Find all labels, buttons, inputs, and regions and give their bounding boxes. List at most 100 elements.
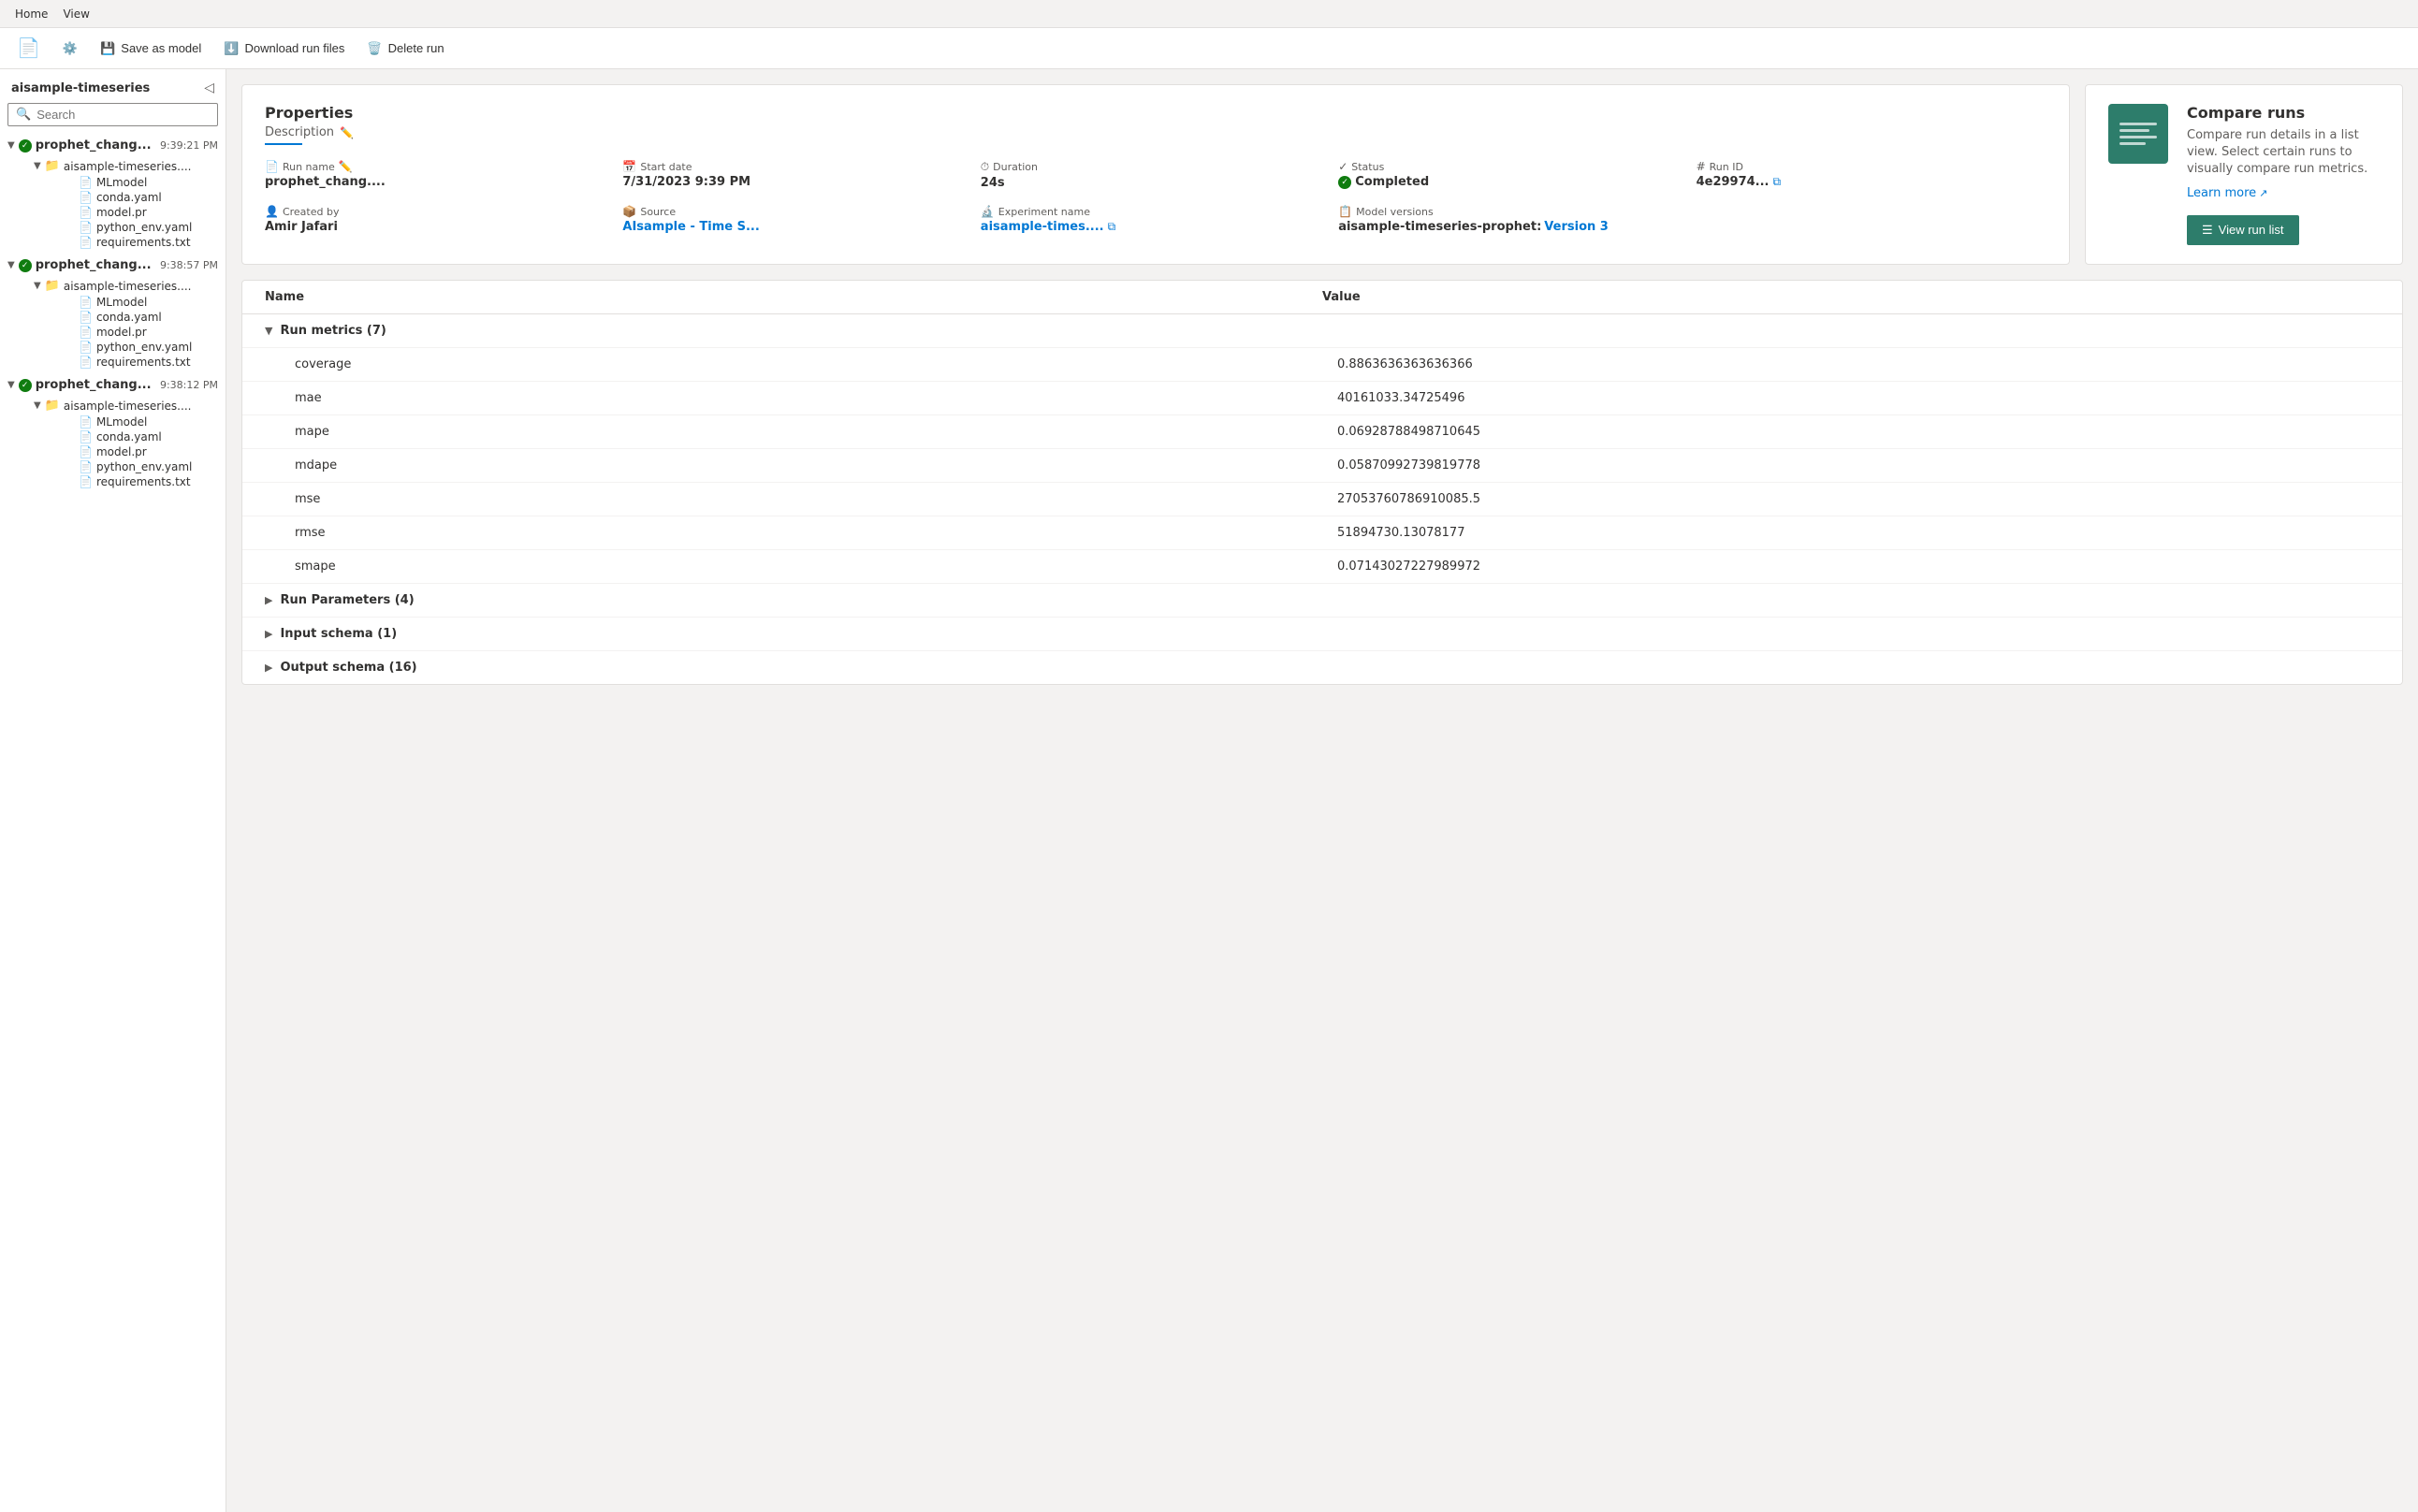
- menu-view[interactable]: View: [55, 7, 96, 21]
- collapse-sidebar-button[interactable]: ◁: [204, 80, 214, 95]
- file-1-1[interactable]: 📄 MLmodel: [30, 175, 218, 190]
- gear-icon: ⚙️: [63, 41, 78, 56]
- model-version-link[interactable]: Version 3: [1544, 220, 1609, 234]
- file-name-2-4: python_env.yaml: [96, 341, 192, 354]
- input-schema-title: Input schema (1): [280, 627, 397, 641]
- app-icon-button[interactable]: 📄: [7, 31, 50, 65]
- top-row: Properties Description ✏️ 📄 Run name ✏️ …: [241, 84, 2403, 265]
- properties-divider: [265, 143, 302, 145]
- file-2-1[interactable]: 📄 MLmodel: [30, 295, 218, 310]
- run-parameters-chevron: ▶: [265, 594, 272, 606]
- file-name-1-2: conda.yaml: [96, 191, 162, 204]
- description-edit-icon[interactable]: ✏️: [340, 126, 354, 139]
- description-label: Description: [265, 125, 334, 139]
- experiment-icon: 🔬: [981, 205, 995, 218]
- metric-row-mdape: mdape 0.05870992739819778: [242, 449, 2402, 483]
- file-2-3[interactable]: 📄 model.pr: [30, 325, 218, 340]
- prop-start-date: 📅 Start date 7/31/2023 9:39 PM: [622, 160, 972, 190]
- learn-more-link[interactable]: Learn more ↗: [2187, 186, 2267, 200]
- file-1-3[interactable]: 📄 model.pr: [30, 205, 218, 220]
- folder-3-icon: 📁: [45, 399, 60, 413]
- file-3-4[interactable]: 📄 python_env.yaml: [30, 459, 218, 474]
- tree-run-2: ▼ ✓ prophet_chang... 9:38:57 PM ▼ 📁 aisa…: [0, 254, 226, 373]
- file-2-5[interactable]: 📄 requirements.txt: [30, 355, 218, 370]
- compare-thumb-lines: [2119, 123, 2157, 145]
- file-1-4[interactable]: 📄 python_env.yaml: [30, 220, 218, 235]
- metric-name-mape: mape: [295, 425, 1337, 439]
- run-parameters-section[interactable]: ▶ Run Parameters (4): [242, 584, 2402, 618]
- view-run-list-button[interactable]: ☰ View run list: [2187, 215, 2299, 245]
- folder-3-chevron: ▼: [34, 400, 41, 411]
- folder-1-icon: 📁: [45, 159, 60, 173]
- tree-run-3: ▼ ✓ prophet_chang... 9:38:12 PM ▼ 📁 aisa…: [0, 373, 226, 493]
- search-input[interactable]: [36, 108, 210, 122]
- file-3-3[interactable]: 📄 model.pr: [30, 444, 218, 459]
- run-2-folder-row[interactable]: ▼ 📁 aisample-timeseries....: [30, 277, 218, 295]
- run-metrics-chevron: ▼: [265, 325, 272, 337]
- properties-card: Properties Description ✏️ 📄 Run name ✏️ …: [241, 84, 2070, 265]
- file-icon-3-5: 📄: [79, 475, 93, 488]
- run-2-header[interactable]: ▼ ✓ prophet_chang... 9:38:57 PM: [0, 255, 226, 275]
- experiment-copy-icon[interactable]: ⧉: [1108, 220, 1116, 234]
- prop-run-name: 📄 Run name ✏️ prophet_chang....: [265, 160, 615, 190]
- run-3-name: prophet_chang...: [36, 378, 156, 392]
- run-3-folder-row[interactable]: ▼ 📁 aisample-timeseries....: [30, 397, 218, 414]
- folder-2-chevron: ▼: [34, 281, 41, 291]
- save-model-button[interactable]: 💾 Save as model: [91, 36, 211, 62]
- input-schema-section[interactable]: ▶ Input schema (1): [242, 618, 2402, 651]
- file-name-2-5: requirements.txt: [96, 356, 191, 369]
- metric-value-mape: 0.06928788498710645: [1337, 425, 2380, 439]
- run-name-edit-icon[interactable]: ✏️: [339, 160, 353, 173]
- file-2-4[interactable]: 📄 python_env.yaml: [30, 340, 218, 355]
- app-icon: 📄: [17, 36, 40, 60]
- prop-created-by: 👤 Created by Amir Jafari: [265, 205, 615, 234]
- run-1-folder: ▼ 📁 aisample-timeseries.... 📄 MLmodel 📄 …: [0, 155, 226, 252]
- run-1-name: prophet_chang...: [36, 138, 156, 153]
- thumb-line-4: [2119, 142, 2146, 145]
- tree-run-1: ▼ ✓ prophet_chang... 9:39:21 PM ▼ 📁 aisa…: [0, 134, 226, 254]
- run-1-header[interactable]: ▼ ✓ prophet_chang... 9:39:21 PM: [0, 136, 226, 155]
- file-2-2[interactable]: 📄 conda.yaml: [30, 310, 218, 325]
- run-metrics-section[interactable]: ▼ Run metrics (7): [242, 314, 2402, 348]
- run-1-time: 9:39:21 PM: [160, 139, 218, 152]
- run-2-chevron: ▼: [7, 260, 15, 270]
- download-icon: ⬇️: [224, 41, 239, 56]
- source-link[interactable]: AIsample - Time S...: [622, 220, 759, 234]
- thumb-line-1: [2119, 123, 2157, 125]
- folder-3-name: aisample-timeseries....: [64, 400, 192, 413]
- run-1-status-icon: ✓: [19, 139, 32, 153]
- file-1-5[interactable]: 📄 requirements.txt: [30, 235, 218, 250]
- file-3-1[interactable]: 📄 MLmodel: [30, 414, 218, 429]
- download-run-files-button[interactable]: ⬇️ Download run files: [214, 36, 354, 62]
- file-3-5[interactable]: 📄 requirements.txt: [30, 474, 218, 489]
- menu-home[interactable]: Home: [7, 7, 55, 21]
- metric-row-rmse: rmse 51894730.13078177: [242, 516, 2402, 550]
- file-icon-2-5: 📄: [79, 356, 93, 369]
- output-schema-section[interactable]: ▶ Output schema (16): [242, 651, 2402, 684]
- metric-row-mse: mse 27053760786910085.5: [242, 483, 2402, 516]
- run-3-status-icon: ✓: [19, 379, 32, 392]
- run-3-header[interactable]: ▼ ✓ prophet_chang... 9:38:12 PM: [0, 375, 226, 395]
- delete-run-button[interactable]: 🗑️ Delete run: [357, 36, 453, 62]
- file-icon-1-2: 📄: [79, 191, 93, 204]
- file-3-2[interactable]: 📄 conda.yaml: [30, 429, 218, 444]
- delete-icon: 🗑️: [367, 41, 382, 56]
- compare-runs-title: Compare runs: [2187, 104, 2380, 122]
- file-icon-3-3: 📄: [79, 445, 93, 458]
- metric-name-smape: smape: [295, 560, 1337, 574]
- external-link-icon: ↗: [2259, 187, 2267, 199]
- sidebar-tree: ▼ ✓ prophet_chang... 9:39:21 PM ▼ 📁 aisa…: [0, 134, 226, 1512]
- status-value: ✓ Completed: [1338, 175, 1688, 189]
- search-icon: 🔍: [16, 108, 31, 122]
- sidebar-title: aisample-timeseries: [11, 81, 150, 95]
- prop-model-versions: 📋 Model versions aisample-timeseries-pro…: [1338, 205, 1688, 234]
- metric-value-mae: 40161033.34725496: [1337, 391, 2380, 405]
- run-2-status-icon: ✓: [19, 259, 32, 272]
- compare-runs-thumbnail: [2108, 104, 2168, 164]
- properties-grid: 📄 Run name ✏️ prophet_chang.... 📅 Start …: [265, 160, 2047, 234]
- run-1-folder-row[interactable]: ▼ 📁 aisample-timeseries....: [30, 157, 218, 175]
- file-1-2[interactable]: 📄 conda.yaml: [30, 190, 218, 205]
- experiment-name-link[interactable]: aisample-times....: [981, 220, 1104, 234]
- settings-button[interactable]: ⚙️: [53, 36, 87, 62]
- run-id-copy-icon[interactable]: ⧉: [1773, 175, 1782, 189]
